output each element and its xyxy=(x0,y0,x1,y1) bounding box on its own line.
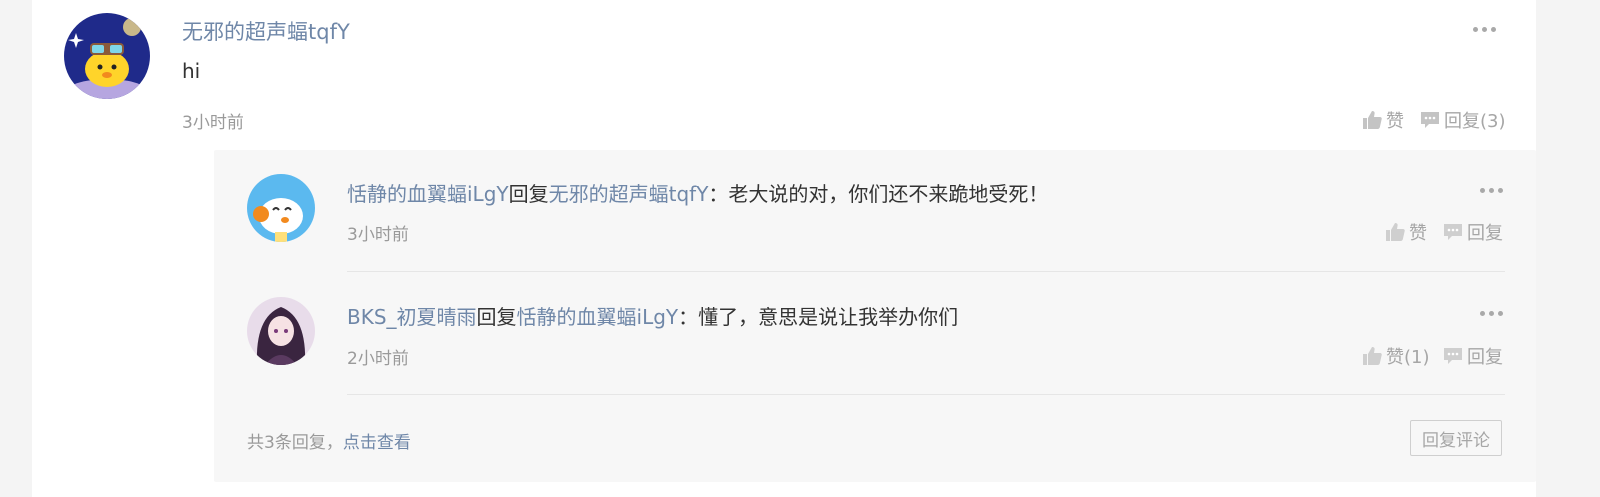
thumbs-up-icon xyxy=(1363,111,1382,129)
reply-text: ：老大说的对，你们还不来跪地受死！ xyxy=(708,182,1049,206)
reply-time: 2小时前 xyxy=(347,349,409,369)
reply-target[interactable]: 无邪的超声蝠tqfY xyxy=(549,182,709,206)
reply-divider xyxy=(347,394,1505,395)
comment-like-label: 赞 xyxy=(1386,111,1404,132)
reply-like-button[interactable]: 赞(1) xyxy=(1362,343,1430,369)
thumbs-up-icon xyxy=(1386,223,1405,241)
reply-like-button[interactable]: 赞 xyxy=(1385,219,1427,245)
speech-bubble-icon xyxy=(1421,112,1439,128)
total-replies-text: 共3条回复， xyxy=(247,433,343,453)
reply-divider xyxy=(347,271,1505,272)
comment-card: 无邪的超声蝠tqfY hi 3小时前 赞 回复(3) 恬静的血翼蝠iLgY回复无… xyxy=(32,0,1536,497)
replies-footer: 共3条回复，点击查看 xyxy=(247,428,411,453)
reply-line: 恬静的血翼蝠iLgY回复无邪的超声蝠tqfY：老大说的对，你们还不来跪地受死！ xyxy=(347,178,1048,207)
view-all-link[interactable]: 点击查看 xyxy=(343,433,411,453)
speech-bubble-icon xyxy=(1444,224,1462,240)
reply-like-label: 赞(1) xyxy=(1386,347,1430,368)
reply-reply-button[interactable]: 回复 xyxy=(1443,343,1503,369)
comment-like-button[interactable]: 赞 xyxy=(1362,107,1404,133)
commenter-avatar[interactable] xyxy=(64,13,150,99)
reply-reply-button[interactable]: 回复 xyxy=(1443,219,1503,245)
more-dots-icon[interactable] xyxy=(1480,311,1503,316)
reply-author[interactable]: BKS_初夏晴雨 xyxy=(347,305,477,329)
comment-time: 3小时前 xyxy=(182,113,244,133)
replies-panel: 恬静的血翼蝠iLgY回复无邪的超声蝠tqfY：老大说的对，你们还不来跪地受死！ … xyxy=(214,150,1536,482)
comment-reply-label: 回复(3) xyxy=(1444,111,1506,132)
reply-line: BKS_初夏晴雨回复恬静的血翼蝠iLgY：懂了，意思是说让我举办你们 xyxy=(347,301,958,330)
comment-text: hi xyxy=(182,59,201,83)
reply-avatar[interactable] xyxy=(247,297,315,365)
reply-avatar[interactable] xyxy=(247,174,315,242)
speech-bubble-icon xyxy=(1444,348,1462,364)
reply-time: 3小时前 xyxy=(347,225,409,245)
reply-text: ：懂了，意思是说让我举办你们 xyxy=(678,305,959,329)
commenter-name[interactable]: 无邪的超声蝠tqfY xyxy=(182,16,350,46)
more-dots-icon[interactable] xyxy=(1480,188,1503,193)
reply-verb: 回复 xyxy=(476,305,517,329)
comment-reply-button[interactable]: 回复(3) xyxy=(1420,107,1506,133)
reply-target[interactable]: 恬静的血翼蝠iLgY xyxy=(517,305,679,329)
more-dots-icon[interactable] xyxy=(1473,27,1496,32)
reply-reply-label: 回复 xyxy=(1467,223,1503,244)
reply-author[interactable]: 恬静的血翼蝠iLgY xyxy=(347,182,509,206)
reply-like-label: 赞 xyxy=(1409,223,1427,244)
thumbs-up-icon xyxy=(1363,347,1382,365)
reply-reply-label: 回复 xyxy=(1467,347,1503,368)
reply-verb: 回复 xyxy=(508,182,549,206)
reply-comment-button[interactable]: 回复评论 xyxy=(1410,420,1502,456)
